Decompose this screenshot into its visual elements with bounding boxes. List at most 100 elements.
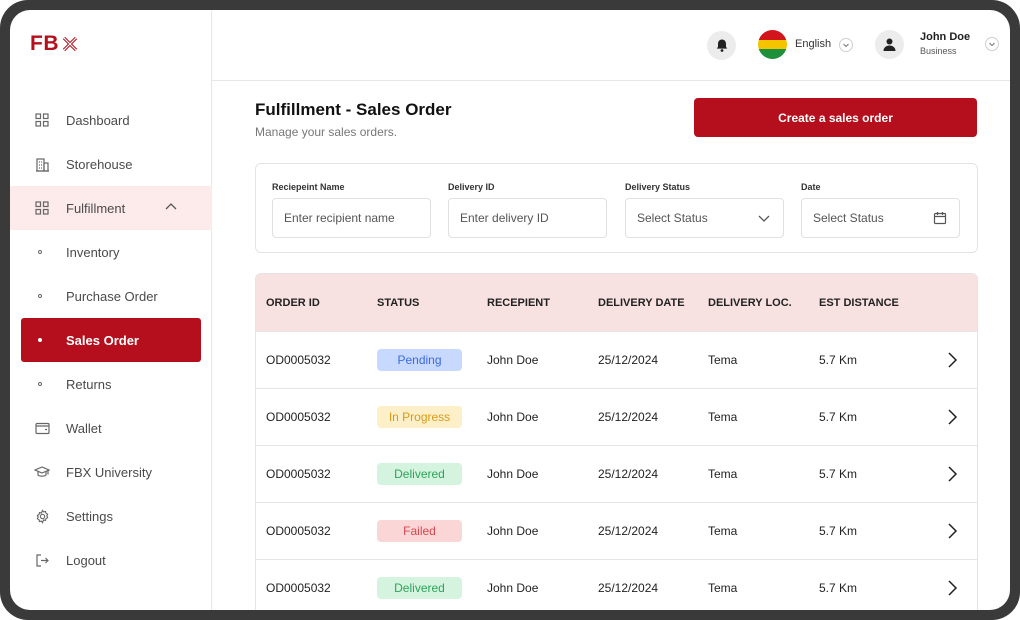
sidebar-item-storehouse[interactable]: Storehouse	[10, 142, 212, 186]
sidebar: FB Dashboard Storehouse Fulfillment Inve…	[10, 10, 212, 610]
recipient-cell: John Doe	[487, 410, 539, 424]
order-id-cell: OD0005032	[266, 467, 331, 481]
user-avatar-icon[interactable]	[875, 30, 904, 59]
delivery-id-filter: Delivery ID Enter delivery ID	[448, 182, 607, 238]
sidebar-item-fulfillment[interactable]: Fulfillment	[10, 186, 212, 230]
chevron-right-icon[interactable]	[946, 579, 958, 602]
status-cell: Failed	[377, 520, 462, 542]
chevron-right-icon[interactable]	[946, 465, 958, 488]
notification-bell-icon[interactable]	[707, 31, 736, 60]
delivery-date-cell: 25/12/2024	[598, 524, 659, 538]
table-row[interactable]: OD0005032 In Progress John Doe 25/12/202…	[256, 388, 977, 445]
date-filter-label: Date	[801, 182, 821, 192]
table-row[interactable]: OD0005032 Delivered John Doe 25/12/2024 …	[256, 559, 977, 610]
user-name: John Doe	[920, 31, 971, 43]
page-subtitle: Manage your sales orders.	[255, 125, 398, 139]
sidebar-item-sales-order[interactable]: Sales Order	[21, 318, 201, 362]
sidebar-item-settings[interactable]: Settings	[10, 494, 212, 538]
status-cell: Pending	[377, 349, 462, 371]
chevron-down-icon	[757, 211, 771, 228]
sidebar-item-logout[interactable]: Logout	[10, 538, 212, 582]
status-cell: In Progress	[377, 406, 462, 428]
est-distance-cell: 5.7 Km	[819, 353, 858, 367]
sidebar-item-label: Sales Order	[66, 332, 139, 348]
create-sales-order-button[interactable]: Create a sales order	[694, 98, 977, 137]
language-flag-icon[interactable]	[758, 30, 787, 59]
delivery-id-placeholder: Enter delivery ID	[460, 211, 549, 225]
column-header-est-distance: EST DISTANCE	[819, 296, 899, 309]
filter-panel: Reciepeint Name Enter recipient name Del…	[255, 163, 978, 253]
status-badge: Pending	[377, 349, 462, 371]
chevron-right-icon[interactable]	[946, 522, 958, 545]
order-id-cell: OD0005032	[266, 410, 331, 424]
sidebar-item-label: Storehouse	[66, 156, 133, 172]
bullet-icon	[38, 338, 42, 342]
sidebar-item-wallet[interactable]: Wallet	[10, 406, 212, 450]
delivery-location-cell: Tema	[708, 353, 738, 367]
sidebar-item-label: Wallet	[66, 420, 102, 436]
language-selector[interactable]: English	[795, 38, 831, 50]
recipient-cell: John Doe	[487, 467, 539, 481]
flag-stripe-red	[758, 30, 787, 40]
status-badge: Delivered	[377, 463, 462, 485]
order-id-cell: OD0005032	[266, 353, 331, 367]
chevron-right-icon[interactable]	[946, 351, 958, 374]
sidebar-item-returns[interactable]: Returns	[10, 362, 212, 406]
sidebar-item-dashboard[interactable]: Dashboard	[10, 98, 212, 142]
app-window: FB Dashboard Storehouse Fulfillment Inve…	[10, 10, 1010, 610]
delivery-date-cell: 25/12/2024	[598, 581, 659, 595]
delivery-date-cell: 25/12/2024	[598, 353, 659, 367]
sidebar-item-label: Settings	[66, 508, 113, 524]
sales-order-table: ORDER ID STATUS RECEPIENT DELIVERY DATE …	[255, 273, 978, 610]
status-badge: Delivered	[377, 577, 462, 599]
table-row[interactable]: OD0005032 Failed John Doe 25/12/2024 Tem…	[256, 502, 977, 559]
table-header: ORDER ID STATUS RECEPIENT DELIVERY DATE …	[256, 274, 977, 331]
chevron-right-icon[interactable]	[946, 408, 958, 431]
delivery-date-cell: 25/12/2024	[598, 410, 659, 424]
delivery-status-filter: Delivery Status Select Status	[625, 182, 784, 238]
est-distance-cell: 5.7 Km	[819, 524, 858, 538]
date-filter: Date Select Status	[801, 182, 960, 238]
date-value: Select Status	[813, 211, 884, 225]
sidebar-item-fbx-university[interactable]: FBX University	[10, 450, 212, 494]
recipient-cell: John Doe	[487, 581, 539, 595]
sidebar-item-label: Dashboard	[66, 112, 130, 128]
user-role: Business	[920, 46, 957, 56]
logo[interactable]: FB	[30, 32, 79, 56]
status-cell: Delivered	[377, 577, 462, 599]
delivery-status-select[interactable]: Select Status	[625, 198, 784, 238]
sidebar-item-label: Fulfillment	[66, 200, 126, 216]
recipient-filter-label: Reciepeint Name	[272, 182, 345, 192]
sidebar-item-label: Returns	[66, 376, 112, 392]
delivery-location-cell: Tema	[708, 467, 738, 481]
sidebar-item-label: FBX University	[66, 464, 152, 480]
delivery-date-cell: 25/12/2024	[598, 467, 659, 481]
status-badge: Failed	[377, 520, 462, 542]
chevron-down-icon[interactable]	[839, 38, 853, 52]
chevron-up-icon[interactable]	[164, 200, 178, 217]
recipient-cell: John Doe	[487, 524, 539, 538]
sidebar-item-inventory[interactable]: Inventory	[10, 230, 212, 274]
delivery-id-filter-label: Delivery ID	[448, 182, 495, 192]
order-id-cell: OD0005032	[266, 524, 331, 538]
delivery-status-filter-label: Delivery Status	[625, 182, 691, 192]
date-picker-input[interactable]: Select Status	[801, 198, 960, 238]
delivery-id-input[interactable]: Enter delivery ID	[448, 198, 607, 238]
recipient-name-input[interactable]: Enter recipient name	[272, 198, 431, 238]
sidebar-item-purchase-order[interactable]: Purchase Order	[10, 274, 212, 318]
column-header-delivery-date: DELIVERY DATE	[598, 296, 685, 309]
status-badge: In Progress	[377, 406, 462, 428]
delivery-location-cell: Tema	[708, 524, 738, 538]
est-distance-cell: 5.7 Km	[819, 581, 858, 595]
delivery-location-cell: Tema	[708, 581, 738, 595]
main-content: English John Doe Business Fulfillment - …	[212, 10, 1010, 610]
bullet-icon	[38, 382, 42, 386]
bullet-icon	[38, 250, 42, 254]
table-row[interactable]: OD0005032 Delivered John Doe 25/12/2024 …	[256, 445, 977, 502]
column-header-status: STATUS	[377, 296, 420, 309]
logo-text: FB	[30, 32, 59, 55]
status-cell: Delivered	[377, 463, 462, 485]
recipient-filter: Reciepeint Name Enter recipient name	[272, 182, 431, 238]
table-row[interactable]: OD0005032 Pending John Doe 25/12/2024 Te…	[256, 331, 977, 388]
chevron-down-icon[interactable]	[985, 37, 999, 51]
